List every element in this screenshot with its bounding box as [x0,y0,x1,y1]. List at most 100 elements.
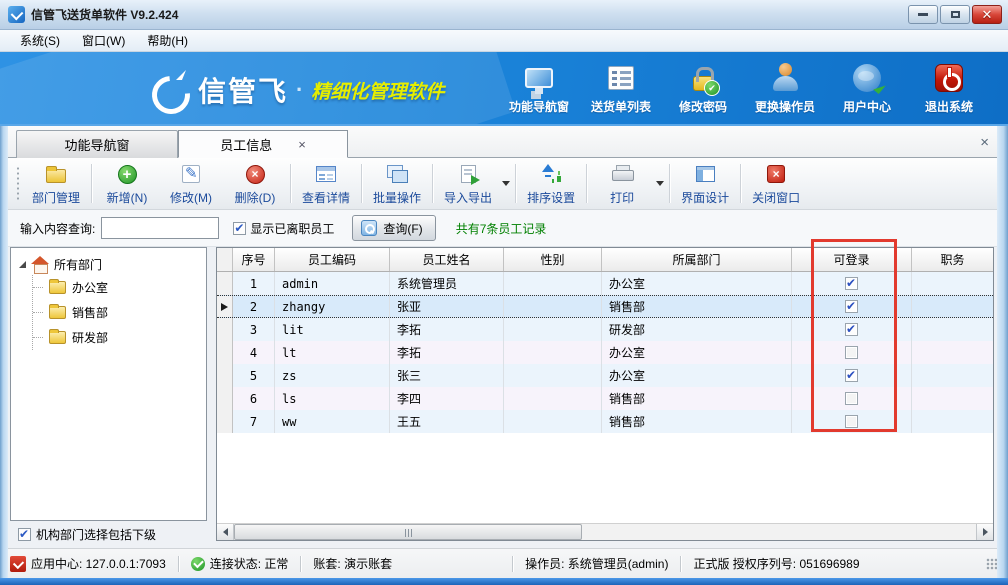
toolbar-separator [515,164,516,203]
can-login-checkbox[interactable] [845,346,858,359]
table-row[interactable]: 6 ls 李四 销售部 [217,387,993,410]
edit-button[interactable]: 修改(M) [159,158,223,209]
lock-check-icon [693,76,713,91]
batch-ops-button[interactable]: 批量操作 [365,158,429,209]
can-login-checkbox[interactable] [845,323,858,336]
scroll-right-button[interactable] [976,524,993,540]
tab-strip: 功能导航窗 员工信息 × × [8,126,997,158]
print-button[interactable]: 打印 [590,158,654,209]
app-logo-icon [8,6,25,23]
horizontal-scrollbar[interactable] [217,523,993,540]
banner-actions: 功能导航窗 送货单列表 修改密码 更换操作员 用户中心 退出系统 [498,60,990,115]
maximize-button[interactable] [940,5,970,24]
tab-employee-info[interactable]: 员工信息 × [178,130,348,158]
status-connection: 连接状态: 正常 [191,555,289,572]
home-icon [31,258,49,273]
table-header: 序号 员工编码 员工姓名 性别 所属部门 可登录 职务 [217,248,993,272]
header-gender[interactable]: 性别 [504,248,602,271]
close-icon: ✕ [982,8,993,21]
view-details-icon [316,166,336,182]
query-input[interactable] [101,217,219,239]
banner-action-change-password[interactable]: 修改密码 [662,60,744,115]
table-row[interactable]: 7 ww 王五 销售部 [217,410,993,433]
can-login-checkbox[interactable] [845,415,858,428]
banner-action-nav[interactable]: 功能导航窗 [498,60,580,115]
header-code[interactable]: 员工编码 [275,248,390,271]
tree-root-all-departments[interactable]: 所有部门 [19,256,206,273]
banner-action-user-center[interactable]: 用户中心 [826,60,908,115]
header-name[interactable]: 员工姓名 [390,248,504,271]
table-row[interactable]: 1 admin 系统管理员 办公室 [217,272,993,295]
tabstrip-close-icon[interactable]: × [980,134,989,151]
can-login-checkbox[interactable] [845,277,858,290]
toolbar-separator [290,164,291,203]
dept-manage-button[interactable]: 部门管理 [24,158,88,209]
table-row[interactable]: 3 lit 李拓 研发部 [217,318,993,341]
scrollbar-thumb[interactable] [234,524,582,540]
tree-item-sales[interactable]: 销售部 [33,300,206,325]
tree-item-rnd[interactable]: 研发部 [33,325,206,350]
close-window-button[interactable]: × 关闭窗口 [744,158,808,209]
print-icon [612,165,632,183]
show-resigned-checkbox[interactable] [233,222,246,235]
toolbar: 部门管理 + 新增(N) 修改(M) × 删除(D) 查看详情 批量操作 导入导… [8,158,997,210]
status-app-center: 应用中心: 127.0.0.1:7093 [10,555,166,572]
header-seq[interactable]: 序号 [233,248,275,271]
header-indicator [217,248,233,271]
minimize-icon [918,13,928,16]
tab-function-nav[interactable]: 功能导航窗 [16,130,178,158]
toolbar-separator [432,164,433,203]
can-login-checkbox[interactable] [845,392,858,405]
menu-system[interactable]: 系统(S) [10,30,70,51]
window-border-right [997,126,1008,578]
include-sub-dept-checkbox[interactable] [18,528,31,541]
tree-expander-icon[interactable] [19,261,26,268]
table-row[interactable]: 4 lt 李拓 办公室 [217,341,993,364]
folder-icon [49,306,66,319]
status-bar: 应用中心: 127.0.0.1:7093 连接状态: 正常 账套: 演示账套 操… [0,548,1008,578]
menu-help[interactable]: 帮助(H) [137,30,198,51]
menu-window[interactable]: 窗口(W) [72,30,135,51]
view-details-button[interactable]: 查看详情 [294,158,358,209]
add-button[interactable]: + 新增(N) [95,158,159,209]
power-icon [935,64,963,92]
ui-design-button[interactable]: 界面设计 [673,158,737,209]
delete-icon: × [246,165,265,184]
banner-action-delivery-list[interactable]: 送货单列表 [580,60,662,115]
can-login-checkbox[interactable] [845,369,858,382]
header-job[interactable]: 职务 [912,248,993,271]
close-button[interactable]: ✕ [972,5,1002,24]
header-can-login[interactable]: 可登录 [792,248,912,271]
search-button[interactable]: 查询(F) [352,215,435,241]
header-dept[interactable]: 所属部门 [602,248,792,271]
minimize-button[interactable] [908,5,938,24]
toolbar-separator [361,164,362,203]
table-row-selected[interactable]: 2 zhangy 张亚 销售部 [217,295,993,318]
import-export-button[interactable]: 导入导出 [436,158,500,209]
status-license: 正式版 授权序列号: 051696989 [693,555,859,572]
globe-icon [853,64,881,92]
can-login-checkbox[interactable] [845,300,858,313]
status-operator: 操作员: 系统管理员(admin) [525,555,668,572]
scroll-right-icon [983,528,988,536]
banner-action-exit[interactable]: 退出系统 [908,60,990,115]
scroll-left-button[interactable] [217,524,234,540]
status-account: 账套: 演示账套 [313,555,392,572]
delete-button[interactable]: × 删除(D) [223,158,287,209]
sort-settings-button[interactable]: 排序设置 [519,158,583,209]
include-sub-dept-label: 机构部门选择包括下级 [36,526,156,543]
brand-logo-icon [148,70,188,110]
close-window-icon: × [767,165,785,183]
dropdown-caret-icon[interactable] [656,181,664,186]
brand-dot: · [296,77,303,103]
banner-action-switch-operator[interactable]: 更换操作员 [744,60,826,115]
tree-item-office[interactable]: 办公室 [33,275,206,300]
window-border-bottom [0,578,1008,585]
employee-table: 序号 员工编码 员工姓名 性别 所属部门 可登录 职务 1 admin 系统管理… [216,247,994,541]
dropdown-caret-icon[interactable] [502,181,510,186]
import-export-icon [461,165,476,183]
table-row[interactable]: 5 zs 张三 办公室 [217,364,993,387]
maximize-icon [951,11,960,18]
query-row: 输入内容查询: 显示已离职员工 查询(F) 共有7条员工记录 [8,210,997,247]
tab-close-icon[interactable]: × [298,137,306,152]
